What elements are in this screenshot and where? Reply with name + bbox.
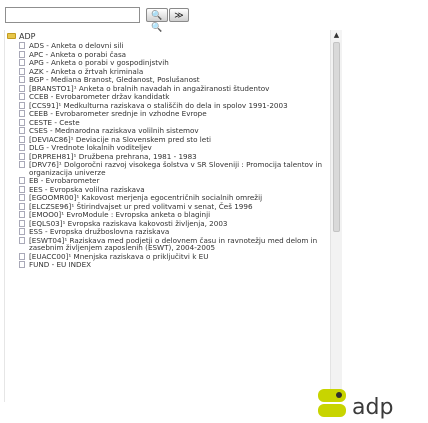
search-input[interactable] (5, 7, 140, 23)
document-icon (19, 127, 25, 134)
document-icon (19, 110, 25, 117)
tree-item[interactable]: [EMOO0]¹ EvroModule : Evropska anketa o … (19, 211, 329, 219)
logo-pill-bottom (318, 404, 346, 417)
tree-item[interactable]: [CCS91]¹ Medkulturna raziskava o stališč… (19, 101, 329, 110)
tree-item-label: FUND - EU INDEX (29, 260, 92, 269)
document-icon (19, 161, 25, 168)
tree-item[interactable]: CSES - Mednarodna raziskava volilnih sis… (19, 127, 329, 135)
tree-item[interactable]: ADS - Anketa o delovni sili (19, 42, 329, 50)
tree-item[interactable]: ESS - Evropska družboslovna raziskava (19, 228, 329, 236)
tree-item[interactable]: EB - Evrobarometer (19, 177, 329, 185)
tree-item-label: [ESWT04]¹ Raziskava med podjetji o delov… (29, 235, 318, 252)
tree-item[interactable]: [BRANSTO1]¹ Anketa o bralnih navadah in … (19, 84, 329, 93)
tree-item[interactable]: [ELCZSE96]¹ Štirindvajset ur pred volitv… (19, 202, 329, 211)
tree-item[interactable]: EES - Evropska volilna raziskava (19, 185, 329, 194)
document-icon (19, 202, 25, 210)
document-icon (19, 84, 25, 92)
document-icon (19, 135, 25, 143)
document-icon (19, 236, 25, 244)
folder-icon (7, 33, 16, 39)
tree-item[interactable]: [DRV76]¹ Dolgoročni razvoj visokega šols… (19, 161, 329, 176)
document-icon (19, 59, 25, 66)
document-icon (19, 211, 25, 218)
next-button[interactable]: ≫ (169, 8, 189, 22)
document-icon (19, 177, 25, 184)
document-icon (19, 101, 25, 109)
document-icon (19, 144, 25, 151)
document-icon (19, 194, 25, 201)
document-icon (19, 42, 25, 49)
tree-item[interactable]: [DEVIAC86]¹ Deviacije na Slovenskem pred… (19, 135, 329, 144)
tree-item[interactable]: [EQLS03]¹ Evropska raziskava kakovosti ž… (19, 219, 329, 228)
tree-item[interactable]: [DRPREH81]¹ Družbena prehrana, 1981 - 19… (19, 152, 329, 161)
logo-dot (336, 392, 342, 398)
tree-item-label: [DRV76]¹ Dolgoročni razvoj visokega šols… (29, 160, 323, 177)
document-icon (19, 228, 25, 235)
document-icon (19, 118, 25, 126)
document-icon (19, 219, 25, 227)
tree-panel: ADP ADS - Anketa o delovni sili APC - An… (4, 30, 343, 402)
tree-list: ADS - Anketa o delovni sili APC - Anketa… (19, 42, 329, 270)
tree-root-label: ADP (19, 32, 36, 41)
tree-item[interactable]: [EGOOMR00]¹ Kakovost merjenja egocentrič… (19, 194, 329, 202)
document-icon (19, 67, 25, 75)
adp-logo: adp (318, 389, 393, 420)
document-icon (19, 152, 25, 160)
find-button[interactable]: 🔍🔍 (146, 8, 168, 32)
scroll-up-arrow-icon[interactable]: ▲ (331, 30, 342, 40)
tree-item[interactable]: [ESWT04]¹ Raziskava med podjetji o delov… (19, 235, 329, 252)
document-icon (19, 261, 25, 268)
tree-item[interactable]: APG - Anketa o porabi v gospodinjstvih (19, 59, 329, 67)
tree-item[interactable]: AZK - Anketa o žrtvah kriminala (19, 67, 329, 76)
logo-text: adp (352, 395, 393, 420)
document-icon (19, 76, 25, 83)
tree-item[interactable]: DLG - Vrednote lokalnih voditeljev (19, 144, 329, 152)
document-icon (19, 93, 25, 100)
tree-item[interactable]: APC - Anketa o porabi časa (19, 50, 329, 59)
document-icon (19, 185, 25, 193)
tree-item[interactable]: [EUACC00]¹ Mnenjska raziskava o priključ… (19, 252, 329, 261)
tree-item[interactable]: CCEB - Evrobarometer držav kandidatk (19, 93, 329, 101)
tree-item[interactable]: CESTE - Ceste (19, 118, 329, 127)
tree-root[interactable]: ADP (7, 32, 35, 41)
scroll-thumb[interactable] (333, 42, 340, 232)
document-icon (19, 50, 25, 58)
tree-item[interactable]: CEEB - Evrobarometer srednje in vzhodne … (19, 110, 329, 118)
tree-item[interactable]: BGP - Mediana Branost, Gledanost, Posluš… (19, 76, 329, 84)
tree-scrollbar[interactable]: ▲ ▼ (330, 30, 342, 402)
tree-item[interactable]: FUND - EU INDEX (19, 261, 329, 269)
document-icon (19, 252, 25, 260)
